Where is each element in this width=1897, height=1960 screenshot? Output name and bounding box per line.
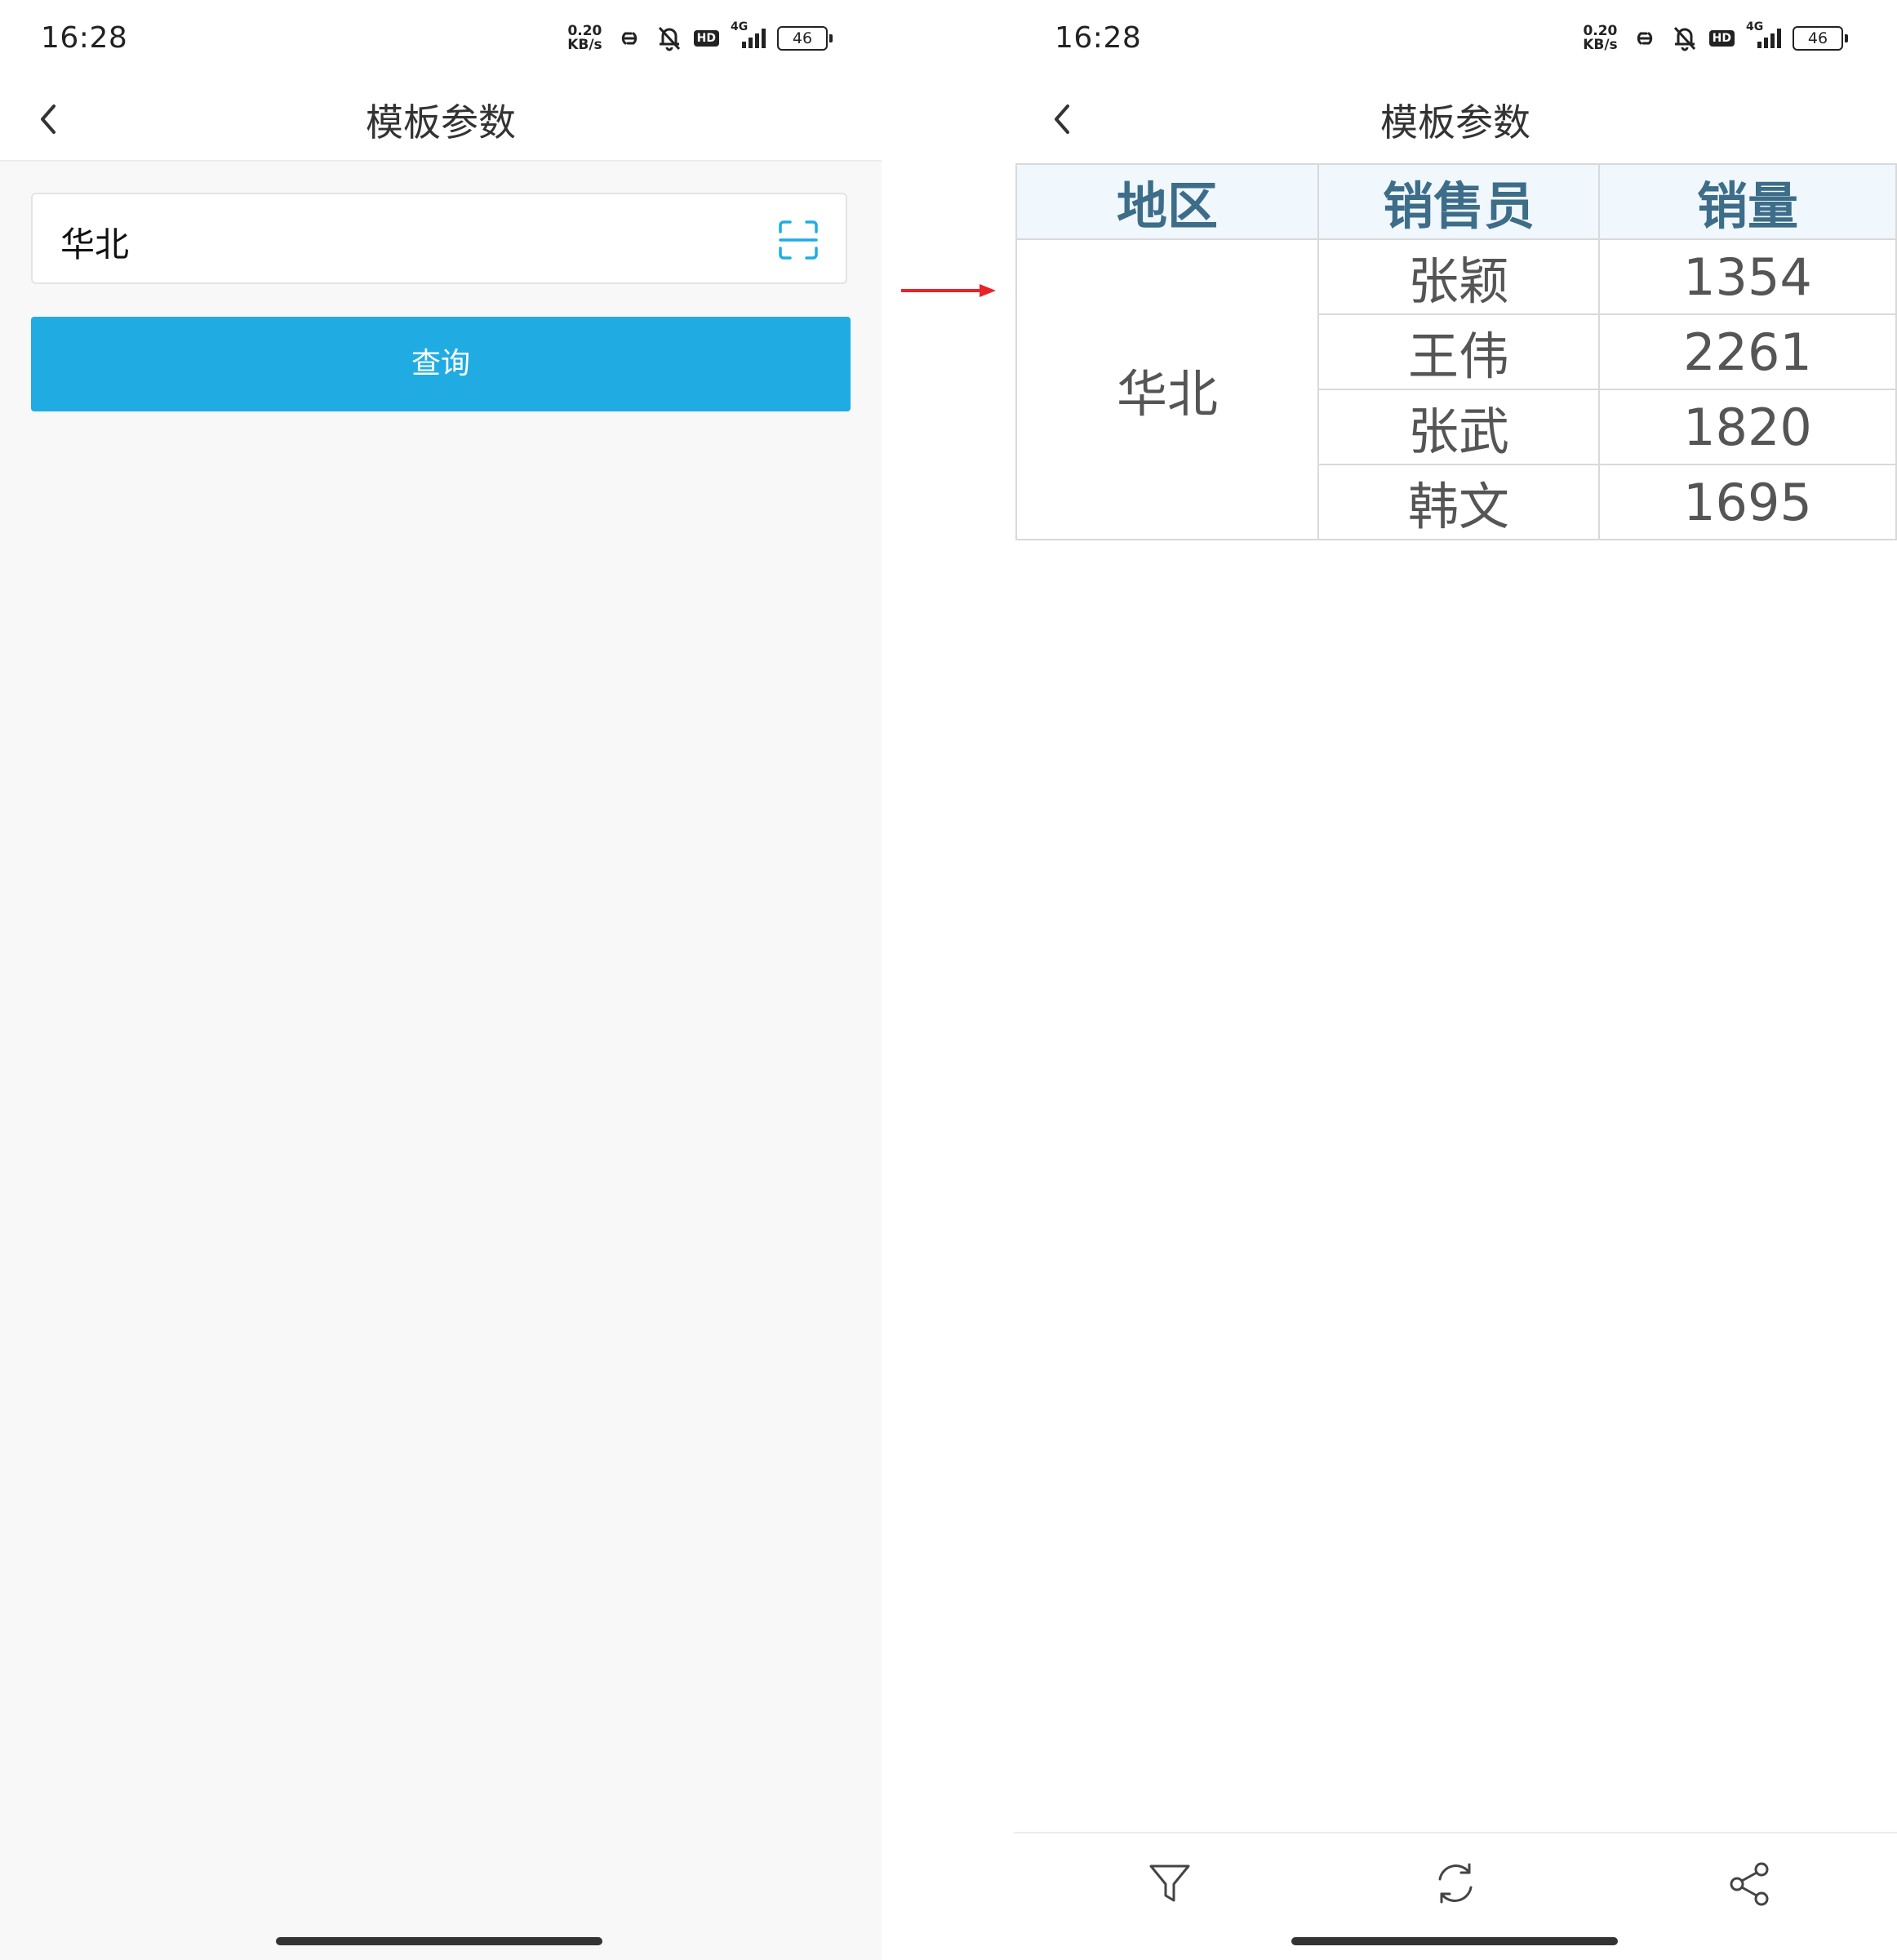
query-button[interactable]: 查询 (31, 317, 851, 411)
home-indicator[interactable] (1291, 1937, 1618, 1945)
salesperson-cell: 张武 (1317, 389, 1600, 465)
share-icon[interactable] (1724, 1858, 1775, 1909)
title-bar: 模板参数 (1014, 78, 1897, 160)
sales-cell: 1820 (1598, 389, 1897, 465)
status-icons: 0.20 KB/s HD 4G 46 (1583, 20, 1848, 52)
signal-icon: 4G (731, 20, 766, 48)
title-bar: 模板参数 (0, 78, 882, 162)
net-speed: 0.20 KB/s (1583, 24, 1617, 52)
page-title: 模板参数 (366, 100, 516, 144)
bottom-toolbar (1014, 1832, 1897, 1935)
salesperson-cell: 韩文 (1317, 464, 1600, 540)
parameter-screen: 16:28 0.20 KB/s HD 4G 46 模板参数 华北 查询 (0, 0, 882, 1960)
hd-badge: HD (1708, 30, 1735, 47)
net-speed-unit: KB/s (567, 37, 602, 53)
net-speed-unit: KB/s (1583, 37, 1618, 53)
signal-icon: 4G (1746, 20, 1781, 48)
filter-icon[interactable] (1144, 1858, 1195, 1909)
status-time: 16:28 (41, 21, 128, 55)
salesperson-cell: 张颖 (1317, 238, 1600, 315)
header-region: 地区 (1015, 163, 1319, 240)
status-icons: 0.20 KB/s HD 4G 46 (567, 20, 833, 52)
hd-badge: HD (693, 30, 719, 47)
battery-icon: 46 (777, 26, 833, 51)
bell-muted-icon (658, 26, 680, 51)
link-icon (621, 32, 637, 45)
region-cell: 华北 (1015, 238, 1319, 540)
network-gen: 4G (731, 20, 749, 33)
link-icon (1637, 32, 1652, 45)
sales-cell: 1695 (1598, 464, 1897, 540)
battery-icon: 46 (1793, 26, 1848, 51)
refresh-icon[interactable] (1430, 1858, 1481, 1909)
table-header-row: 地区 销售员 销量 (1015, 163, 1897, 240)
network-gen: 4G (1746, 20, 1764, 33)
report-screen: 16:28 0.20 KB/s HD 4G 46 模板参数 地区 销售员 销量 … (1014, 0, 1897, 1960)
region-param-input[interactable]: 华北 (31, 193, 847, 284)
red-arrow-icon (901, 284, 996, 297)
status-time: 16:28 (1055, 21, 1142, 55)
net-speed: 0.20 KB/s (567, 24, 602, 52)
sales-cell: 2261 (1598, 313, 1897, 390)
param-value: 华北 (60, 224, 130, 264)
bell-muted-icon (1673, 26, 1695, 51)
status-bar: 16:28 0.20 KB/s HD 4G 46 (0, 0, 882, 78)
table-row: 华北 张颖 1354 (1015, 238, 1897, 540)
page-title: 模板参数 (1380, 100, 1530, 144)
scan-icon[interactable] (777, 219, 820, 261)
header-salesperson: 销售员 (1317, 163, 1600, 240)
status-bar: 16:28 0.20 KB/s HD 4G 46 (1014, 0, 1897, 78)
home-indicator[interactable] (276, 1937, 602, 1945)
header-sales: 销量 (1598, 163, 1897, 240)
sales-report-table: 地区 销售员 销量 华北 张颖 1354 王伟 2261 张武 1820 韩文 … (1015, 163, 1897, 540)
salesperson-cell: 王伟 (1317, 313, 1600, 390)
sales-cell: 1354 (1598, 238, 1897, 315)
